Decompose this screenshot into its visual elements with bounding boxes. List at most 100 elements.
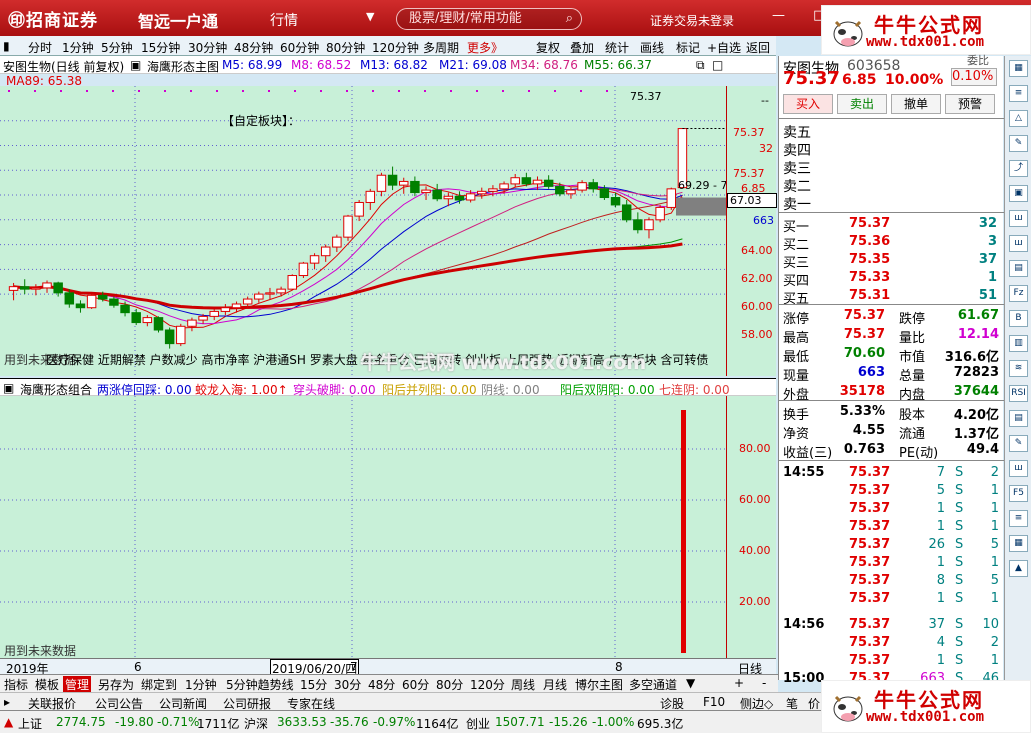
period-tab[interactable]: 60分钟 [280,39,319,56]
candlestick-chart[interactable]: 75.37 【自定板块】： 69.29 - 7 用到未来数据 医疗保健 近期解禁… [0,86,777,376]
bid-label: 买二 [783,238,810,253]
index-name[interactable]: 创业 [466,715,490,732]
buy-button[interactable]: 买入 [783,94,833,114]
window-maximize-icon[interactable]: □ [712,58,723,72]
side-tool-icon[interactable]: ▲ [1009,560,1028,577]
kline-svg[interactable] [0,86,776,376]
cow-logo-icon [833,695,863,722]
search-icon[interactable]: ⌕ [566,9,573,29]
quote-panel: 安图生物 603658 委比 75.37 6.85 10.00% 0.10% 买… [778,54,1004,686]
sub-indicator-svg[interactable] [0,396,776,658]
axis-label: 75.37 [733,167,765,180]
tab-expand-icon[interactable]: ▸ [4,695,10,709]
draw-line-button[interactable]: 画线 [640,39,664,56]
tool-tab[interactable]: 30分 [332,676,363,693]
sub-indicator-lock-icon[interactable]: ▣ [3,381,14,395]
tool-tab[interactable]: 80分 [434,676,465,693]
tool-tab[interactable]: 绑定到 [139,676,179,693]
stat-value: 0.763 [843,442,885,457]
tool-tab[interactable]: 周线 [509,676,537,693]
candle-body [64,292,75,305]
tool-tab-active[interactable]: 管理 [63,676,92,693]
info-tab[interactable]: F10 [703,695,725,709]
cancel-order-button[interactable]: 撤单 [891,94,941,114]
period-tab[interactable]: 30分钟 [188,39,227,56]
bid-price: 75.33 [849,270,891,285]
period-tab[interactable]: 48分钟 [234,39,273,56]
top-marker [554,90,556,92]
index-name[interactable]: 上证 [18,715,42,732]
tool-tab[interactable]: 60分 [400,676,431,693]
period-tab[interactable]: 分时 [28,39,52,56]
stat-value: 72823 [953,365,999,380]
app-window: ㊞招商证券 智远一户通 行情 ▼ 股票/理财/常用功能⌕ 证券交易未登录 — □… [0,0,1031,733]
side-tool-icon[interactable]: ⤴ [1009,160,1028,177]
tool-tab[interactable]: 多空通道 [627,676,679,693]
candle-body [31,287,41,290]
side-tool-icon[interactable]: ▤ [1009,260,1028,277]
ma34-value: M34: 68.76 [510,58,578,72]
back-button[interactable]: 返回 [746,39,770,56]
add-watchlist-button[interactable]: +自选 [707,39,741,56]
side-tool-icon[interactable]: ▤ [1009,410,1028,427]
side-tool-icon[interactable]: ▥ [1009,335,1028,352]
side-tool-icon[interactable]: B [1009,310,1028,327]
search-input[interactable]: 股票/理财/常用功能 ⌕ [396,8,582,30]
tool-tab[interactable]: 5分钟趋势线 [224,676,296,693]
statistics-button[interactable]: 统计 [605,39,629,56]
trade-login-status[interactable]: 证券交易未登录 [650,12,734,29]
indicator-lock-icon[interactable]: ▣ [130,58,141,72]
alert-button[interactable]: 预警 [945,94,995,114]
overlay-button[interactable]: 叠加 [570,39,594,56]
tool-tab[interactable]: 模板 [33,676,61,693]
side-tool-icon[interactable]: ▦ [1009,60,1028,77]
side-tool-icon[interactable]: ≡ [1009,85,1028,102]
market-menu[interactable]: 行情 [270,10,298,30]
date-label: 8 [615,660,623,674]
side-tool-icon[interactable]: ▦ [1009,535,1028,552]
period-tab[interactable]: 15分钟 [141,39,180,56]
tool-tab[interactable]: 15分 [298,676,329,693]
zoom-in-icon[interactable]: + [732,676,746,690]
side-tool-icon[interactable]: △ [1009,110,1028,127]
axis-label: 663 [753,214,774,227]
side-tool-icon[interactable]: ✎ [1009,435,1028,452]
window-restore-icon[interactable]: ⧉ [696,58,705,73]
side-tool-icon[interactable]: ш [1009,235,1028,252]
mark-button[interactable]: 标记 [676,39,700,56]
period-tab[interactable]: 5分钟 [101,39,133,56]
period-tab[interactable]: 1分钟 [62,39,94,56]
side-tool-icon[interactable]: ш [1009,460,1028,477]
ask-label: 卖二 [783,179,811,195]
side-tool-icon[interactable]: ≋ [1009,360,1028,377]
side-tool-icon[interactable]: RSI [1009,385,1028,402]
side-tool-icon[interactable]: ш [1009,210,1028,227]
tool-tab[interactable]: 120分 [468,676,507,693]
sub-indicator-chart[interactable]: 用到未来数据 80.00 60.00 40.00 20.00 [0,396,776,658]
top-marker [8,90,10,92]
period-tab[interactable]: 80分钟 [326,39,365,56]
scroll-down-icon[interactable]: ▼ [684,676,697,690]
tool-tab[interactable]: 1分钟 [183,676,219,693]
side-tool-icon[interactable]: ▣ [1009,185,1028,202]
tool-tab[interactable]: 博尔主图 [573,676,625,693]
tool-tab[interactable]: 48分 [366,676,397,693]
side-tool-icon[interactable]: Fz [1009,285,1028,302]
ask-label: 卖四 [783,143,811,159]
index-name[interactable]: 沪深 [244,715,268,732]
side-tool-icon[interactable]: ≡ [1009,510,1028,527]
zoom-out-icon[interactable]: - [760,676,768,690]
chevron-down-icon[interactable]: ▼ [366,10,374,23]
side-tool-icon[interactable]: ✎ [1009,135,1028,152]
tool-tab[interactable]: 另存为 [96,676,136,693]
more-periods-link[interactable]: 更多》 [467,39,503,56]
tool-tab[interactable]: 月线 [541,676,569,693]
rights-adjust-button[interactable]: 复权 [536,39,560,56]
period-tab[interactable]: 120分钟 [372,39,419,56]
stat-value: 75.37 [843,327,885,342]
period-tab[interactable]: 多周期 [423,39,459,56]
tick-count: 2 [990,465,999,480]
sell-button[interactable]: 卖出 [837,94,887,114]
tool-tab[interactable]: 指标 [2,676,30,693]
side-tool-icon[interactable]: F5 [1009,485,1028,502]
